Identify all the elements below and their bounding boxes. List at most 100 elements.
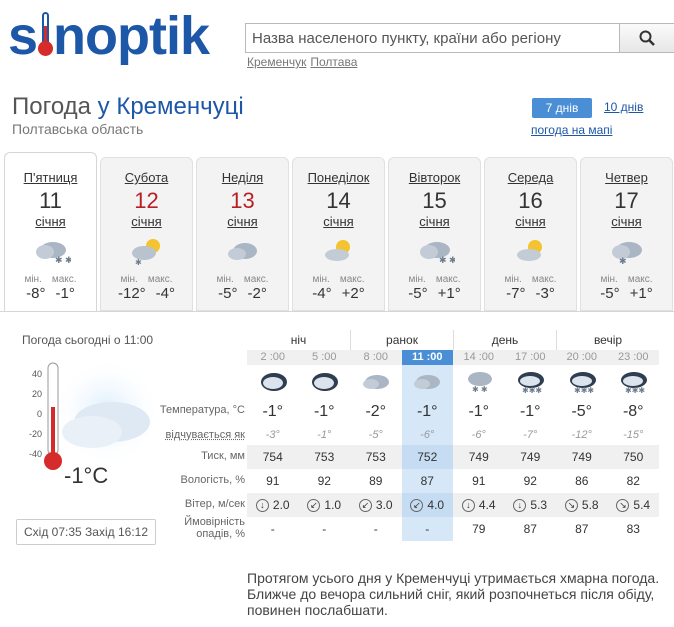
max-label: макс. — [51, 274, 77, 285]
hour-humidity: 91 — [472, 474, 486, 488]
wind-speed: 4.0 — [427, 498, 445, 512]
hour-precipitation: - — [373, 522, 378, 536]
min-label: мін. — [24, 274, 42, 285]
hour-temperature: -5° — [571, 403, 593, 420]
sun-times: Схід 07:35 Захід 16:12 — [16, 519, 156, 545]
day-month: січня — [419, 214, 450, 229]
svg-text:✱ ✱: ✱ ✱ — [55, 255, 71, 265]
day-tab[interactable]: Субота 12 січня ✱ мін. макс. -12° -4° — [100, 157, 193, 311]
max-temp: -4° — [155, 285, 176, 302]
recent-link-kremenchuk[interactable]: Кременчук — [247, 55, 306, 69]
period-evening: вечір — [556, 330, 659, 350]
scale-tick: -20 — [28, 429, 42, 439]
hour-precipitation: 87 — [575, 522, 589, 536]
tab-7-days[interactable]: 7 днів — [532, 98, 592, 118]
max-temp: -2° — [247, 285, 267, 302]
recent-link-poltava[interactable]: Полтава — [310, 55, 357, 69]
max-label: макс. — [435, 274, 461, 285]
hour-column: 5 :00 -1° -1° 753 92 ↙ 1.0 - — [298, 350, 350, 541]
wind-direction-icon: ↙ — [307, 499, 321, 513]
dark-cloud-icon — [247, 365, 299, 399]
hour-time: 8 :00 — [350, 350, 402, 365]
day-tab[interactable]: Вівторок 15 січня ✱ ✱ мін. макс. -5° +1° — [388, 157, 481, 311]
snow-cloud-icon: ✱ ✱ — [35, 242, 72, 265]
scale-tick: 20 — [31, 389, 42, 399]
min-temp: -4° — [312, 285, 332, 302]
min-temp: -5° — [218, 285, 238, 302]
hour-time: 23 :00 — [607, 350, 659, 365]
scale-tick: 40 — [31, 369, 42, 379]
hour-humidity: 86 — [575, 474, 589, 488]
min-temp: -8° — [26, 285, 46, 302]
hour-column: 11 :00 -1° -6° 752 87 ↙ 4.0 - — [401, 350, 453, 541]
day-name: Середа — [507, 170, 554, 185]
hour-column: 8 :00 -2° -5° 753 89 ↙ 3.0 - — [350, 350, 402, 541]
sunrise-time: 07:35 — [51, 525, 82, 539]
map-link[interactable]: погода на мапі — [531, 123, 612, 137]
hour-precipitation: - — [322, 522, 327, 536]
hour-humidity: 82 — [626, 474, 640, 488]
label-temperature: Температура, °C — [159, 404, 245, 416]
logo-text-start: s — [8, 6, 38, 66]
wind-direction-icon: ↙ — [410, 499, 424, 513]
max-label: макс. — [339, 274, 365, 285]
svg-text:✱✱✱: ✱✱✱ — [574, 386, 594, 394]
wind-direction-icon: ↘ — [564, 499, 578, 513]
page-title: Погода у Кременчуці — [12, 93, 244, 121]
day-number: 15 — [422, 188, 447, 213]
max-temp: +1° — [629, 285, 653, 302]
today-visual: 40 20 0 -20 -40 — [22, 357, 162, 477]
wind-speed: 5.4 — [633, 498, 651, 512]
search-button[interactable] — [619, 24, 674, 52]
hour-precipitation: - — [270, 522, 275, 536]
day-month: січня — [35, 214, 66, 229]
period-day: день — [453, 330, 556, 350]
hour-wind: ↓ 4.4 — [453, 493, 505, 517]
tab-10-days[interactable]: 10 днів — [604, 100, 643, 114]
hour-temperature: -1° — [313, 403, 335, 420]
site-logo[interactable]: s noptik — [8, 6, 210, 66]
thermometer-scale: 40 20 0 -20 -40 — [22, 364, 42, 464]
day-number: 17 — [614, 188, 639, 213]
hour-temperature: -1° — [468, 403, 490, 420]
day-tab[interactable]: Четвер 17 січня ✱ мін. макс. -5° +1° — [580, 157, 673, 311]
max-temp: -3° — [535, 285, 555, 302]
wind-speed: 2.0 — [272, 498, 290, 512]
min-label: мін. — [312, 274, 330, 285]
hour-wind: ↓ 5.3 — [504, 493, 556, 517]
day-tab[interactable]: Понеділок 14 січня мін. макс. -4° +2° — [292, 157, 385, 311]
region-label: Полтавська область — [12, 121, 144, 137]
hour-time: 5 :00 — [298, 350, 350, 365]
label-wind: Вітер, м/сек — [184, 498, 245, 510]
day-tab[interactable]: П'ятниця 11 січня ✱ ✱ мін. макс. -8° -1° — [4, 152, 97, 312]
hour-time: 14 :00 — [453, 350, 505, 365]
hour-temperature: -1° — [416, 403, 438, 420]
hour-pressure: 750 — [607, 445, 659, 469]
wind-speed: 3.0 — [375, 498, 393, 512]
min-temp: -7° — [506, 285, 526, 302]
divider — [0, 311, 674, 312]
hour-feels-like: -6° — [420, 429, 435, 441]
title-city: у Кременчуці — [97, 93, 244, 120]
hour-wind: ↘ 5.8 — [556, 493, 608, 517]
min-temp: -5° — [408, 285, 428, 302]
min-label: мін. — [408, 274, 426, 285]
label-feels-like[interactable]: відчувається як — [155, 426, 245, 444]
label-humidity: Вологість, % — [180, 474, 246, 486]
svg-text:✱✱✱: ✱✱✱ — [522, 386, 542, 394]
sunset-time: 16:12 — [117, 525, 149, 539]
snow-cloud-icon: ✱ ✱ — [419, 242, 456, 265]
heavy-snow-icon: ✱✱✱ — [556, 365, 608, 399]
day-month: січня — [611, 214, 642, 229]
wind-speed: 4.4 — [478, 498, 496, 512]
day-tab[interactable]: Середа 16 січня мін. макс. -7° -3° — [484, 157, 577, 311]
search-input[interactable] — [246, 24, 619, 52]
hour-pressure: 753 — [350, 445, 402, 469]
hour-feels-like: -1° — [317, 429, 332, 441]
hour-pressure: 749 — [453, 445, 505, 469]
day-tab[interactable]: Неділя 13 січня мін. макс. -5° -2° — [196, 157, 289, 311]
period-night: ніч — [290, 333, 307, 347]
min-label: мін. — [216, 274, 234, 285]
sun-cloud-icon — [516, 240, 542, 261]
today-title: Погода сьогодні о 11:00 — [22, 333, 154, 347]
